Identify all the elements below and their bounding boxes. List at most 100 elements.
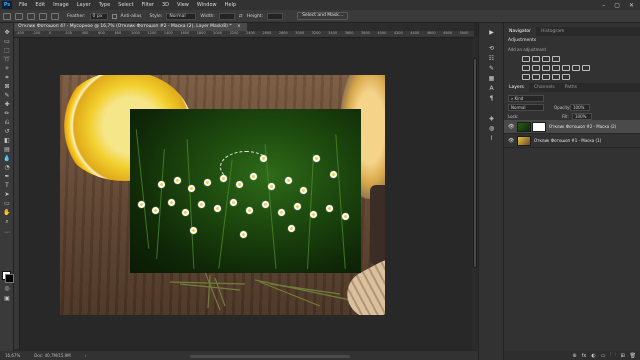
paths-icon[interactable]: ⌇ bbox=[487, 135, 496, 143]
background-color-swatch[interactable] bbox=[5, 274, 14, 283]
channels-icon[interactable]: ◍ bbox=[487, 125, 496, 133]
layer-style-icon[interactable]: fx bbox=[582, 353, 587, 359]
tab-paths[interactable]: Paths bbox=[560, 83, 582, 92]
document-tab-close-icon[interactable]: × bbox=[237, 24, 241, 29]
maximize-button[interactable]: ▢ bbox=[614, 2, 620, 9]
zoom-tool-icon[interactable]: ⌕ bbox=[3, 218, 11, 225]
menu-view[interactable]: View bbox=[173, 2, 193, 8]
daisy-photo-layer[interactable] bbox=[130, 109, 361, 273]
layer-row[interactable]: 👁 Отклик Фотошоп #1 - Маска (1) bbox=[504, 134, 640, 148]
delete-layer-icon[interactable]: 🗑 bbox=[630, 353, 636, 359]
hue-saturation-icon[interactable] bbox=[532, 65, 540, 71]
document-tab[interactable]: Отклик Фотошоп 4? - Мусорное @ 16,7% (От… bbox=[14, 23, 247, 31]
tab-navigator[interactable]: Navigator bbox=[504, 27, 537, 36]
zoom-level[interactable]: 16,67% bbox=[5, 353, 20, 358]
black-white-icon[interactable] bbox=[552, 65, 560, 71]
play-icon[interactable]: ▶ bbox=[487, 29, 496, 37]
marquee-tool-preset-icon[interactable] bbox=[3, 12, 11, 20]
clone-stamp-icon[interactable]: ⎌ bbox=[3, 119, 11, 126]
frame-tool-icon[interactable]: ⊠ bbox=[3, 83, 11, 90]
link-layers-icon[interactable]: ⊕ bbox=[572, 353, 576, 359]
color-balance-icon[interactable] bbox=[542, 65, 550, 71]
menu-file[interactable]: File bbox=[15, 2, 31, 8]
new-layer-icon[interactable]: ⊞ bbox=[620, 353, 624, 359]
swap-icon[interactable]: ⇄ bbox=[239, 14, 243, 19]
properties-icon[interactable]: ☷ bbox=[487, 55, 496, 63]
exposure-icon[interactable] bbox=[552, 56, 560, 62]
paragraph-icon[interactable]: ¶ bbox=[487, 95, 496, 103]
menu-edit[interactable]: Edit bbox=[31, 2, 49, 8]
levels-icon[interactable] bbox=[532, 56, 540, 62]
menu-layer[interactable]: Layer bbox=[73, 2, 95, 8]
intersect-selection-icon[interactable] bbox=[51, 12, 59, 20]
menu-3d[interactable]: 3D bbox=[158, 2, 173, 8]
layers-icon[interactable]: ◈ bbox=[487, 115, 496, 123]
width-input[interactable] bbox=[218, 12, 235, 20]
horizontal-ruler[interactable]: -400 -200 0 200 400 600 800 1000 1200 1400 1600 180… bbox=[14, 31, 474, 38]
brush-settings-icon[interactable]: ✎ bbox=[487, 65, 496, 73]
blend-mode-select[interactable]: Normal bbox=[508, 104, 544, 111]
type-tool-icon[interactable]: T bbox=[3, 182, 11, 189]
tab-channels[interactable]: Channels bbox=[529, 83, 560, 92]
dodge-tool-icon[interactable]: ◔ bbox=[3, 164, 11, 171]
menu-select[interactable]: Select bbox=[114, 2, 137, 8]
horizontal-scrollbar[interactable] bbox=[190, 355, 350, 358]
add-mask-icon[interactable]: ▭ bbox=[601, 353, 606, 359]
channel-mixer-icon[interactable] bbox=[572, 65, 580, 71]
antialias-checkbox[interactable] bbox=[111, 13, 117, 19]
healing-brush-icon[interactable]: ✚ bbox=[3, 101, 11, 108]
visibility-eye-icon[interactable]: 👁 bbox=[508, 138, 514, 144]
more-tools-icon[interactable]: ⋯ bbox=[3, 229, 11, 236]
tab-layers[interactable]: Layers bbox=[504, 83, 529, 92]
brightness-contrast-icon[interactable] bbox=[522, 56, 530, 62]
character-icon[interactable]: A bbox=[487, 85, 496, 93]
close-window-button[interactable]: ✕ bbox=[629, 2, 634, 9]
vibrance-icon[interactable] bbox=[522, 65, 530, 71]
selective-color-icon[interactable] bbox=[562, 74, 570, 80]
feather-input[interactable]: 0 px bbox=[89, 12, 108, 20]
style-select[interactable]: Normal bbox=[166, 12, 197, 20]
tab-histogram[interactable]: Histogram bbox=[536, 27, 569, 36]
photo-filter-icon[interactable] bbox=[562, 65, 570, 71]
marching-ants-selection[interactable] bbox=[220, 151, 272, 183]
quick-mask-icon[interactable]: ◎ bbox=[3, 285, 11, 292]
swatches-icon[interactable]: ▦ bbox=[487, 75, 496, 83]
curves-icon[interactable] bbox=[542, 56, 550, 62]
status-menu-arrow[interactable]: › bbox=[85, 353, 87, 358]
brush-tool-icon[interactable]: ✏ bbox=[3, 110, 11, 117]
layer-filter-select[interactable]: ⌕ Kind bbox=[508, 95, 544, 102]
marquee-tool-icon[interactable]: ⬚ bbox=[3, 47, 11, 54]
select-and-mask-button[interactable]: Select and Mask... bbox=[297, 12, 349, 20]
blur-tool-icon[interactable]: 💧 bbox=[3, 155, 11, 162]
minimize-button[interactable]: – bbox=[602, 2, 605, 9]
history-brush-icon[interactable]: ↺ bbox=[3, 128, 11, 135]
posterize-icon[interactable] bbox=[532, 74, 540, 80]
move-tool-icon[interactable]: ✥ bbox=[3, 29, 11, 36]
layer-row[interactable]: 👁 Отклик Фотошоп #2 - Маска (2) bbox=[504, 120, 640, 134]
menu-type[interactable]: Type bbox=[95, 2, 114, 8]
new-group-icon[interactable]: 🗀 bbox=[610, 352, 615, 360]
color-lookup-icon[interactable] bbox=[582, 65, 590, 71]
screen-mode-icon[interactable]: ▣ bbox=[3, 295, 11, 302]
menu-filter[interactable]: Filter bbox=[138, 2, 158, 8]
vertical-scroll-thumb[interactable] bbox=[473, 58, 477, 268]
history-icon[interactable]: ⟲ bbox=[487, 45, 496, 53]
path-selection-icon[interactable]: ➤ bbox=[3, 191, 11, 198]
adjustment-layer-icon[interactable]: ◐ bbox=[591, 353, 595, 359]
invert-icon[interactable] bbox=[522, 74, 530, 80]
height-input[interactable] bbox=[267, 12, 284, 20]
new-selection-icon[interactable] bbox=[15, 12, 23, 20]
lasso-tool-icon[interactable]: ➰ bbox=[3, 56, 11, 63]
menu-help[interactable]: Help bbox=[221, 2, 240, 8]
opacity-input[interactable]: 100% bbox=[570, 104, 590, 111]
gradient-tool-icon[interactable]: ▤ bbox=[3, 146, 11, 153]
menu-window[interactable]: Window bbox=[193, 2, 221, 8]
layer-mask-thumbnail[interactable] bbox=[532, 122, 546, 132]
add-to-selection-icon[interactable] bbox=[27, 12, 35, 20]
gradient-map-icon[interactable] bbox=[552, 74, 560, 80]
crop-tool-icon[interactable]: ⌗ bbox=[3, 74, 11, 81]
artboard-tool-icon[interactable]: ▭ bbox=[3, 38, 11, 45]
subtract-selection-icon[interactable] bbox=[39, 12, 47, 20]
pen-tool-icon[interactable]: ✒ bbox=[3, 173, 11, 180]
magic-wand-icon[interactable]: ✧ bbox=[3, 65, 11, 72]
